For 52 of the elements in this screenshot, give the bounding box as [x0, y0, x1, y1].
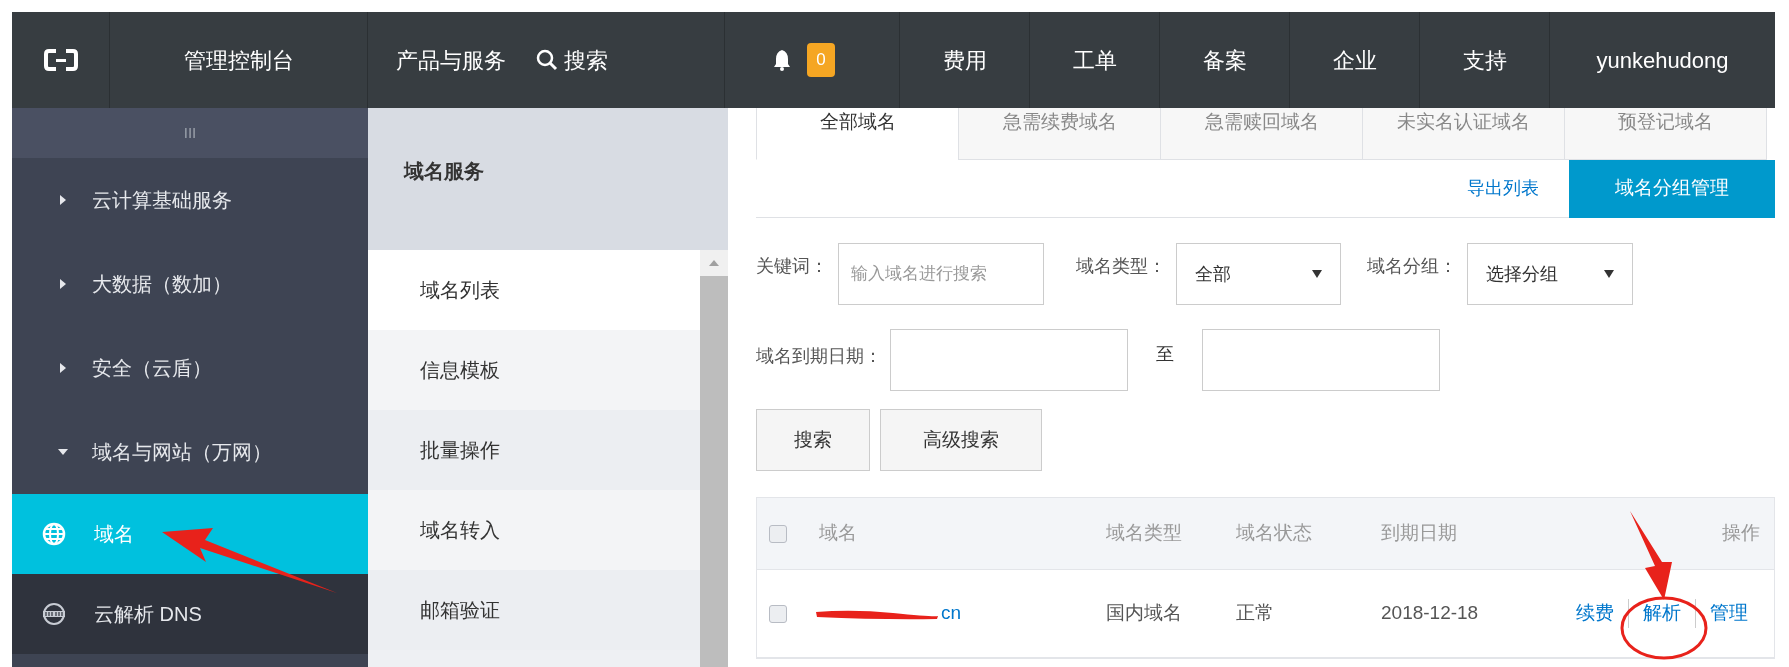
column-header: 操作	[1722, 521, 1761, 546]
action-link[interactable]: 管理	[1695, 599, 1762, 628]
keyword-label: 关键词：	[756, 255, 828, 278]
export-list-link[interactable]: 导出列表	[1467, 175, 1539, 202]
column-header: 域名	[818, 521, 857, 546]
expiry-start-field[interactable]	[890, 329, 1128, 391]
notification-badge: 0	[807, 43, 835, 77]
expiry-end-field[interactable]	[1202, 329, 1440, 391]
sidebar-group[interactable]: 大数据（数加）	[12, 242, 368, 326]
scroll-up-icon[interactable]	[709, 260, 719, 266]
checkbox[interactable]	[769, 604, 787, 623]
submenu-item[interactable]: 域名转入	[368, 490, 700, 570]
submenu-item[interactable]: 域名列表	[368, 250, 700, 330]
type-select[interactable]: 全部	[1176, 243, 1341, 305]
group-select[interactable]: 选择分组	[1467, 243, 1633, 305]
table-cell-text: 正常	[1236, 601, 1275, 626]
submenu-title: 域名服务	[368, 108, 700, 250]
search-icon	[536, 49, 558, 71]
dns-globe-icon	[42, 602, 66, 626]
sidebar-group[interactable]: 云计算基础服务	[12, 158, 368, 242]
dropdown-caret-icon	[1604, 270, 1614, 278]
expiry-label: 域名到期日期：	[756, 345, 882, 368]
keyword-field[interactable]: 输入域名进行搜索	[838, 243, 1044, 305]
dropdown-caret-icon	[1312, 270, 1322, 278]
column-header: 域名类型	[1106, 521, 1182, 546]
search-button[interactable]: 搜索	[756, 409, 870, 471]
scrollbar[interactable]	[700, 108, 728, 667]
products-menu[interactable]: 产品与服务	[396, 43, 506, 77]
column-header: 域名状态	[1236, 521, 1312, 546]
advanced-search-button[interactable]: 高级搜索	[880, 409, 1042, 471]
submenu-item[interactable]: 信息模板	[368, 330, 700, 410]
table-cell-text: 国内域名	[1106, 601, 1183, 626]
bell-icon[interactable]	[773, 49, 791, 71]
checkbox[interactable]	[769, 524, 787, 543]
caret-icon	[58, 362, 68, 374]
domain-link[interactable]: cn	[941, 599, 962, 628]
action-link[interactable]: 续费	[1562, 599, 1628, 628]
nav-link[interactable]: yunkehudong	[1550, 12, 1775, 108]
action-link[interactable]: 解析	[1628, 599, 1695, 628]
caret-icon	[58, 194, 68, 206]
type-label: 域名类型：	[1076, 255, 1166, 278]
sidebar-group[interactable]: 域名与网站（万网）	[12, 410, 368, 494]
to-label: 至	[1156, 343, 1174, 366]
table-cell-text: 2018-12-18	[1381, 601, 1480, 626]
sidebar-group[interactable]: 安全（云盾）	[12, 326, 368, 410]
search-link[interactable]: 搜索	[536, 43, 608, 77]
sidebar-item[interactable]: 云解析 DNS	[12, 574, 368, 654]
column-header: 到期日期	[1381, 521, 1457, 546]
globe-icon	[42, 522, 66, 546]
group-label: 域名分组：	[1367, 255, 1457, 278]
caret-icon	[58, 278, 68, 290]
logo-icon[interactable]	[43, 48, 78, 72]
